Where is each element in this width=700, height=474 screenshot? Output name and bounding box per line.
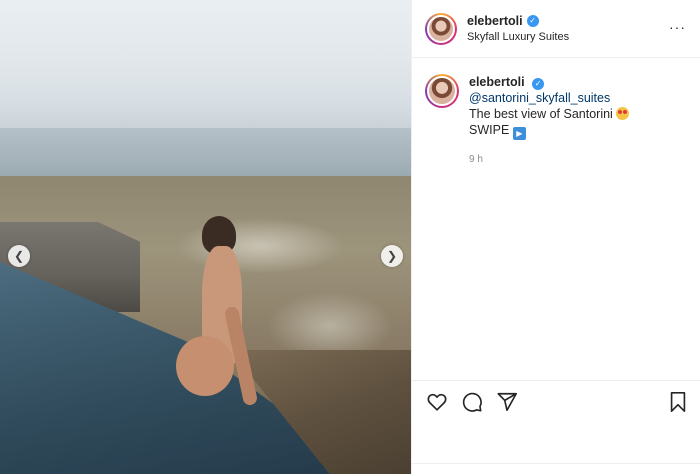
caption-mention[interactable]: @santorini_skyfall_suites — [469, 91, 610, 105]
chevron-right-icon: ❯ — [386, 249, 398, 263]
heart-icon[interactable] — [426, 391, 448, 413]
post-side-panel: elebertoli ✓ Skyfall Luxury Suites ··· e… — [411, 0, 700, 474]
comment-icon[interactable] — [461, 391, 483, 413]
caption-avatar[interactable] — [425, 74, 459, 108]
caption-username[interactable]: elebertoli — [469, 75, 525, 89]
post-location[interactable]: Skyfall Luxury Suites — [467, 31, 569, 43]
star-eyes-emoji-icon — [616, 107, 630, 120]
share-icon[interactable] — [496, 391, 518, 413]
chevron-left-icon: ❮ — [13, 249, 25, 263]
verified-badge-icon: ✓ — [532, 78, 545, 90]
divider — [412, 463, 700, 464]
post-header: elebertoli ✓ Skyfall Luxury Suites — [412, 0, 700, 58]
caption-swipe-text: SWIPE — [469, 123, 510, 137]
photo-person — [172, 216, 264, 416]
bookmark-icon[interactable] — [668, 391, 688, 413]
verified-badge-icon: ✓ — [526, 15, 539, 27]
post-caption: elebertoli ✓ @santorini_skyfall_suites T… — [412, 58, 700, 168]
more-options-button[interactable]: ··· — [669, 20, 686, 34]
previous-image-button[interactable]: ❮ — [8, 245, 30, 267]
avatar[interactable] — [425, 12, 457, 45]
post-photo[interactable]: ❮ ❯ — [0, 0, 411, 474]
header-username[interactable]: elebertoli — [467, 14, 523, 28]
play-button-emoji-icon: ▶ — [512, 127, 526, 140]
caption-text: The best view of Santorini — [469, 107, 613, 121]
post-actions-bar — [412, 380, 700, 422]
instagram-post: ❮ ❯ elebertoli ✓ Skyfall Luxury Suites ·… — [0, 0, 700, 474]
next-image-button[interactable]: ❯ — [381, 245, 403, 267]
post-timestamp[interactable]: 9 h — [469, 152, 687, 168]
